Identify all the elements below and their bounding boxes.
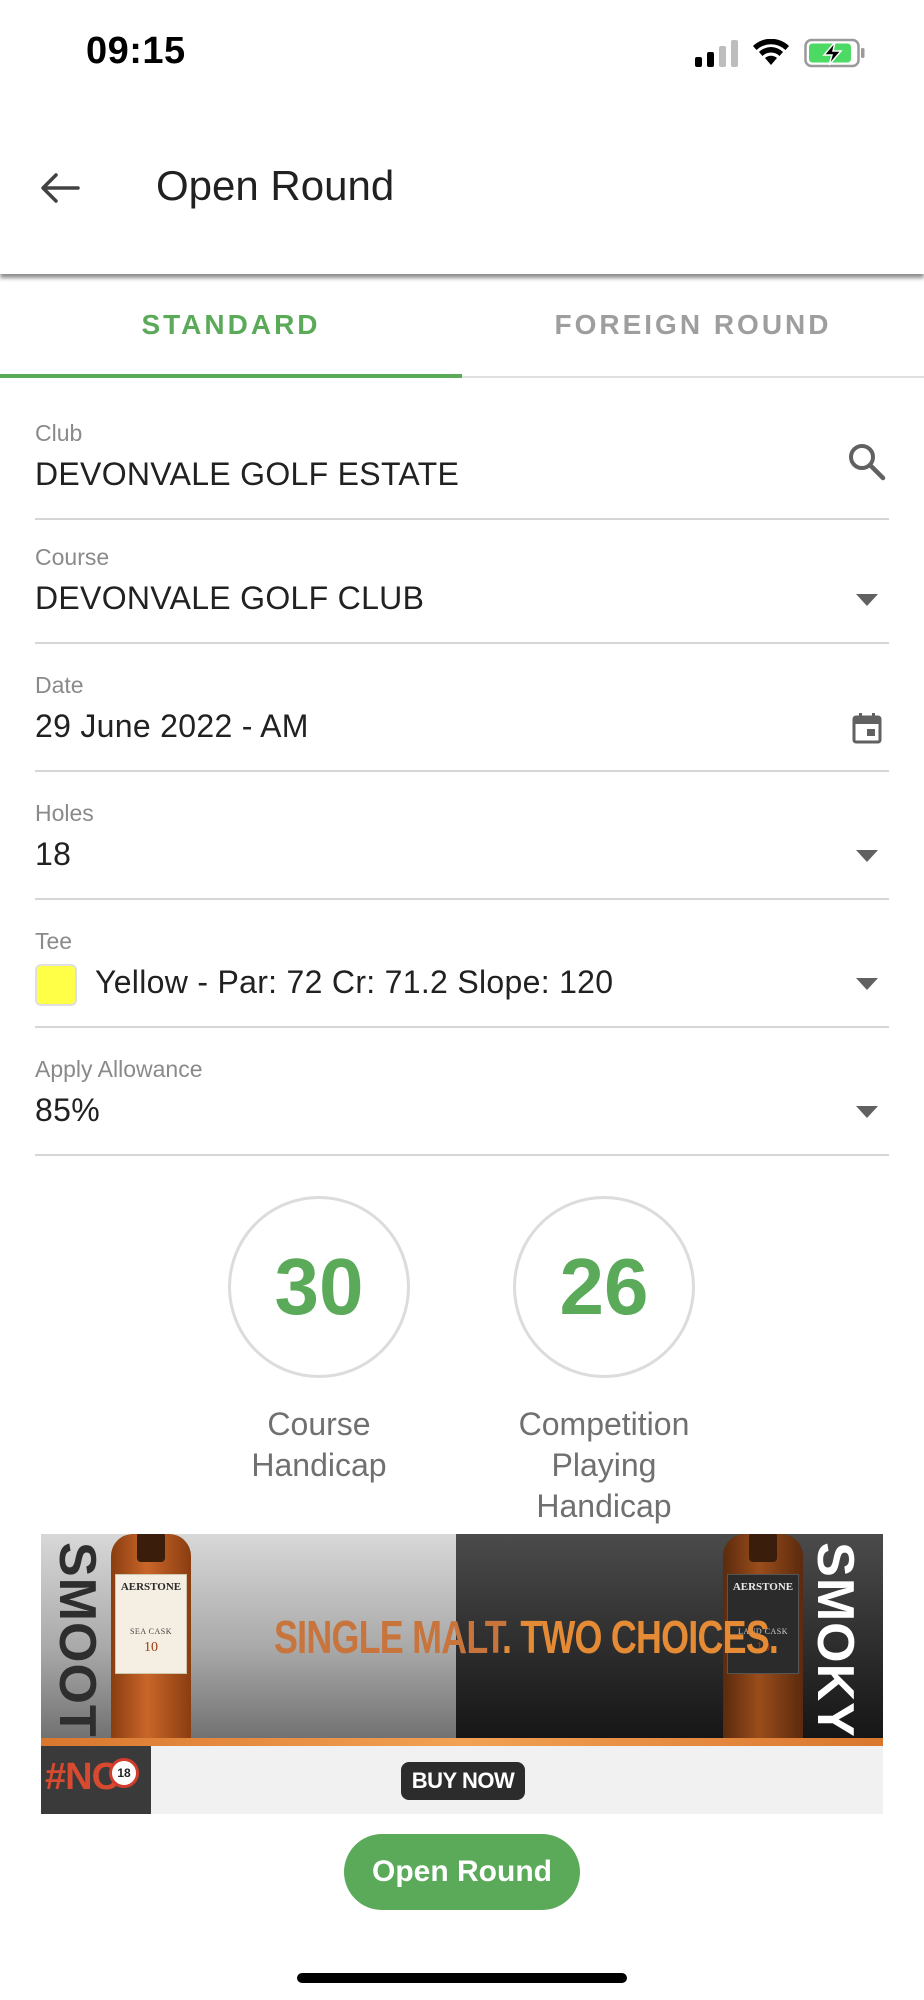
course-handicap-value: 30 xyxy=(228,1196,410,1378)
course-dropdown[interactable] xyxy=(845,578,889,622)
course-handicap: 30 Course Handicap xyxy=(224,1196,414,1486)
sea-cask-bottle: AERSTONE SEA CASK 10 xyxy=(111,1534,191,1746)
tee-color-swatch xyxy=(35,964,77,1006)
wifi-icon xyxy=(753,39,789,65)
date-picker-button[interactable] xyxy=(845,706,889,750)
holes-value: 18 xyxy=(35,836,72,872)
calendar-icon xyxy=(852,713,882,744)
course-value: DEVONVALE GOLF CLUB xyxy=(35,580,425,616)
ad-banner[interactable]: SMOOTH SMOKY AERSTONE SEA CASK 10 AERSTO… xyxy=(41,1534,883,1814)
date-value: 29 June 2022 - AM xyxy=(35,708,309,744)
ad-logo: #NO 18 xyxy=(41,1746,151,1814)
tee-label: Tee xyxy=(35,928,73,954)
dropdown-arrow-icon xyxy=(856,850,878,862)
dropdown-arrow-icon xyxy=(856,594,878,606)
page-title: Open Round xyxy=(156,162,395,209)
battery-charging-icon xyxy=(804,38,865,68)
back-button[interactable] xyxy=(30,160,90,216)
status-time: 09:15 xyxy=(86,30,186,72)
allowance-label: Apply Allowance xyxy=(35,1056,203,1082)
search-icon xyxy=(849,444,886,481)
date-field[interactable]: Date 29 June 2022 - AM xyxy=(35,672,889,772)
tee-field[interactable]: Tee Yellow - Par: 72 Cr: 71.2 Slope: 120 xyxy=(35,928,889,1028)
allowance-field[interactable]: Apply Allowance 85% xyxy=(35,1056,889,1156)
course-label: Course xyxy=(35,544,110,570)
open-round-button[interactable]: Open Round xyxy=(344,1834,580,1910)
club-value: DEVONVALE GOLF ESTATE xyxy=(35,456,460,492)
signal-icon xyxy=(695,39,738,67)
arrow-left-icon xyxy=(41,173,80,203)
holes-dropdown[interactable] xyxy=(845,834,889,878)
tab-standard[interactable]: STANDARD xyxy=(0,274,462,378)
club-search-button[interactable] xyxy=(845,440,889,484)
ad-smoky-text: SMOKY xyxy=(806,1542,864,1738)
course-field[interactable]: Course DEVONVALE GOLF CLUB xyxy=(35,544,889,644)
holes-field[interactable]: Holes 18 xyxy=(35,800,889,900)
tee-dropdown[interactable] xyxy=(845,962,889,1006)
allowance-dropdown[interactable] xyxy=(845,1090,889,1134)
tee-value: Yellow - Par: 72 Cr: 71.2 Slope: 120 xyxy=(95,964,614,1000)
competition-handicap-label: Competition Playing Handicap xyxy=(518,1406,690,1524)
competition-handicap-value: 26 xyxy=(513,1196,695,1378)
ad-smooth-text: SMOOTH xyxy=(48,1542,106,1777)
club-field[interactable]: Club DEVONVALE GOLF ESTATE xyxy=(35,420,889,520)
allowance-value: 85% xyxy=(35,1092,100,1128)
date-label: Date xyxy=(35,672,84,698)
dropdown-arrow-icon xyxy=(856,978,878,990)
ad-buy-now-button[interactable]: BUY NOW xyxy=(401,1762,525,1800)
home-indicator xyxy=(297,1973,627,1983)
club-label: Club xyxy=(35,420,83,446)
tab-bar: STANDARD FOREIGN ROUND xyxy=(0,274,924,378)
ad-stripe xyxy=(41,1738,883,1746)
holes-label: Holes xyxy=(35,800,94,826)
status-icons xyxy=(695,36,866,70)
tab-foreign-round[interactable]: FOREIGN ROUND xyxy=(462,274,924,376)
course-handicap-label: Course Handicap xyxy=(251,1406,387,1483)
app-header: Open Round xyxy=(0,100,924,274)
status-bar: 09:15 xyxy=(0,0,924,100)
competition-playing-handicap: 26 Competition Playing Handicap xyxy=(509,1196,699,1527)
dropdown-arrow-icon xyxy=(856,1106,878,1118)
ad-tagline: SINGLE MALT. TWO CHOICES. xyxy=(274,1611,779,1663)
